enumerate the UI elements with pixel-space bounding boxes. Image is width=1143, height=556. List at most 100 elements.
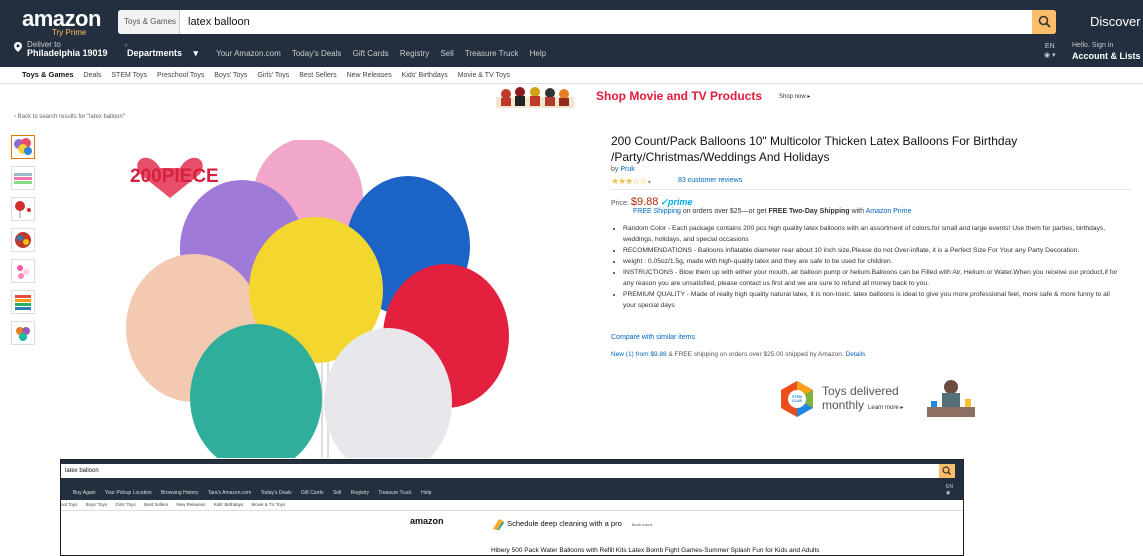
customer-reviews-link[interactable]: 83 customer reviews [678,177,742,184]
piece-count-badge: 200PIECE [130,166,219,187]
nav-gift-cards[interactable]: Gift Cards [353,49,389,58]
language-selector[interactable]: EN ◉ ▾ [1044,42,1056,60]
nested-nav-item[interactable]: Browsing History [161,490,199,496]
shipping-with-text: with [851,208,864,215]
search-icon [942,466,951,475]
new-offers: New (1) from $9.88 & FREE shipping on or… [611,351,865,358]
nested-nav-item[interactable]: Your Pickup Location [105,490,152,496]
deliver-to[interactable]: Deliver to Philadelphia 19019 [14,40,108,58]
club-ad-line2: monthly [822,398,865,412]
subnav-girls-toys[interactable]: Girls' Toys [257,68,289,83]
account-lists-label: Account & Lists [1072,51,1141,61]
product-thumbnail[interactable] [11,197,35,221]
nav-your-amazon[interactable]: Your Amazon.com [216,49,281,58]
subnav-boys-toys[interactable]: Boys' Toys [214,68,247,83]
deliver-location: Philadelphia 19019 [27,48,108,58]
product-thumbnail[interactable] [11,259,35,283]
nested-subnav-item[interactable]: Best Sellers [144,502,168,507]
subnav-new-releases[interactable]: New Releases [347,68,392,83]
subnav-kids-birthdays[interactable]: Kids' Birthdays [402,68,448,83]
nested-subnav-item[interactable]: Boys' Toys [86,502,107,507]
two-day-shipping-text: FREE Two-Day Shipping [768,208,850,215]
product-thumbnail[interactable] [11,321,35,345]
nested-subnav-item[interactable]: Kids' Birthdays [214,502,244,507]
nested-subnav-item[interactable]: New Releases [176,502,205,507]
nested-nav-item[interactable]: Treasure Truck [378,490,411,496]
new-offers-link[interactable]: New (1) from $9.88 [611,351,667,358]
amazon-prime-link[interactable]: Amazon Prime [866,208,912,215]
nested-product-title: Hibery 500 Pack Water Balloons with Refi… [491,547,820,554]
book-now-link[interactable]: Book now ▸ [632,522,653,527]
nested-nav-item[interactable]: Buy Again [73,490,96,496]
discover-promo[interactable]: Discover s [1090,14,1143,29]
feature-bullet: RECOMMENDATIONS - Balloons inflatable di… [623,245,1123,256]
compare-similar-link[interactable]: Compare with similar items [611,334,695,341]
nav-treasure-truck[interactable]: Treasure Truck [465,49,519,58]
top-navbar: amazon Try Prime Toys & Games ▾ latex ba… [0,0,1143,67]
search-input[interactable]: latex balloon [188,10,250,34]
price-line: Price: $9.88 ✓prime [611,196,692,208]
main-product-image[interactable]: 200PIECE [110,140,530,458]
learn-more-link[interactable]: Learn more ▸ [868,405,903,411]
nested-search-input[interactable]: latex balloon [61,464,939,478]
club-ad-text: Toys delivered monthly Learn more ▸ [822,384,903,415]
price-label: Price: [611,200,629,207]
balloons-thumbnail-image [14,138,32,155]
divider [611,189,1131,190]
nested-cleaning-ad[interactable]: Schedule deep cleaning with a pro Book n… [491,517,653,531]
shipping-info: FREE Shipping on orders over $25—or get … [633,208,911,215]
nested-amazon-logo[interactable]: amazon [410,516,444,526]
nested-subnav-item[interactable]: Girls' Toys [115,502,136,507]
search-category-dropdown[interactable]: Toys & Games ▾ [118,10,180,50]
star-rating[interactable]: ★★★☆☆ ▾ [611,176,651,187]
nav-sell[interactable]: Sell [440,49,453,58]
details-link[interactable]: Details [846,351,866,358]
balloons-thumbnail-image [16,327,30,341]
free-shipping-link[interactable]: FREE Shipping [633,208,681,215]
nested-nav-item[interactable]: Tara's Amazon.com [208,490,251,496]
product-thumbnail[interactable] [11,290,35,314]
subnav-preschool-toys[interactable]: Preschool Toys [157,68,204,83]
nested-nav-item[interactable]: Gift Cards [301,490,324,496]
banner-title: Shop Movie and TV Products [596,89,763,103]
account-menu[interactable]: Hello. Sign in Account & Lists ▾ [1072,41,1143,61]
subnav-stem-toys[interactable]: STEM Toys [111,68,147,83]
nested-nav-item[interactable]: Help [421,490,431,496]
stem-club-ad[interactable]: STEM CLUB Toys delivered monthly Learn mo… [775,377,985,422]
by-label: by [611,166,619,173]
language-label: EN [1044,43,1055,50]
nav-help[interactable]: Help [530,49,546,58]
subnav-toys-games[interactable]: Toys & Games [22,67,74,82]
search-icon [1038,15,1051,28]
prime-badge: ✓prime [660,197,693,207]
nav-todays-deals[interactable]: Today's Deals [292,49,342,58]
departments-menu[interactable]: Departments ▾ [127,48,198,58]
nested-subnav-item[interactable]: ool Toys [61,502,77,507]
banner-shop-now[interactable]: Shop now ▸ [779,93,810,100]
nested-language-selector[interactable]: EN ◉ [946,484,953,496]
nested-nav-item[interactable]: Sell [333,490,341,496]
nested-search-button[interactable] [939,464,955,478]
subnav-best-sellers[interactable]: Best Sellers [299,68,336,83]
search-button[interactable] [1032,10,1056,34]
product-thumbnail[interactable] [11,166,35,190]
club-ad-line1: Toys delivered [822,384,899,398]
nested-nav-item[interactable]: Registry [351,490,369,496]
nested-nav-item[interactable]: Today's Deals [261,490,292,496]
brand-line: by Pruk [611,166,635,173]
balloons-thumbnail-image [14,173,32,184]
nav-registry[interactable]: Registry [400,49,429,58]
back-to-results-link[interactable]: ‹ Back to search results for "latex ball… [14,114,125,120]
brand-link[interactable]: Pruk [620,166,634,173]
price-amount: $9.88 [630,196,659,208]
product-thumbnail[interactable] [11,228,35,252]
product-thumbnail[interactable] [11,135,35,159]
promo-banner[interactable]: Shop Movie and TV Products Shop now ▸ [496,85,841,108]
amazon-logo[interactable]: amazon Try Prime [22,6,101,37]
balloons-thumbnail-image [17,265,29,279]
banner-toys-image [496,87,574,108]
search-bar: Toys & Games ▾ latex balloon [118,10,1056,50]
subnav-movie-tv-toys[interactable]: Movie & TV Toys [458,68,510,83]
nested-subnav-item[interactable]: Movie & TV Toys [252,502,286,507]
subnav-deals[interactable]: Deals [84,68,102,83]
